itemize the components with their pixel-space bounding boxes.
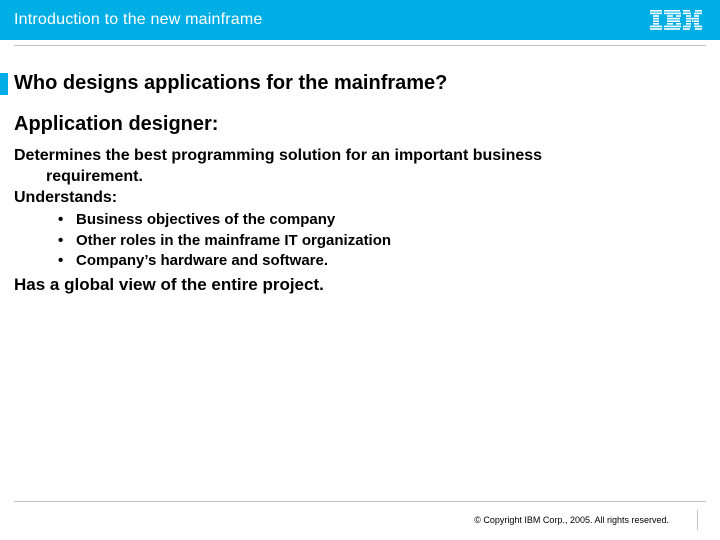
divider	[14, 45, 706, 46]
header-title: Introduction to the new mainframe	[14, 11, 263, 29]
divider	[14, 501, 706, 502]
list-item: Other roles in the mainframe IT organiza…	[58, 231, 706, 251]
ibm-logo-icon	[650, 10, 702, 30]
closing-line: Has a global view of the entire project.	[14, 275, 706, 295]
role-heading: Application designer:	[14, 113, 706, 136]
body-line-2: Understands:	[14, 188, 706, 209]
slide-title: Who designs applications for the mainfra…	[14, 72, 447, 95]
bullet-list: Business objectives of the company Other…	[58, 210, 706, 271]
copyright-text: © Copyright IBM Corp., 2005. All rights …	[474, 515, 669, 525]
list-item: Business objectives of the company	[58, 210, 706, 230]
footer: © Copyright IBM Corp., 2005. All rights …	[14, 501, 706, 530]
body-line-1a: Determines the best programming solution…	[14, 146, 706, 167]
title-accent-icon	[0, 73, 8, 95]
header-bar: Introduction to the new mainframe	[0, 0, 720, 40]
content-area: Application designer: Determines the bes…	[0, 95, 720, 295]
divider	[697, 510, 698, 530]
body-line-1b: requirement.	[14, 167, 706, 188]
footer-inner: © Copyright IBM Corp., 2005. All rights …	[14, 510, 706, 530]
list-item: Company’s hardware and software.	[58, 251, 706, 271]
slide: Introduction to the new mainframe	[0, 0, 720, 540]
title-row: Who designs applications for the mainfra…	[0, 72, 720, 95]
